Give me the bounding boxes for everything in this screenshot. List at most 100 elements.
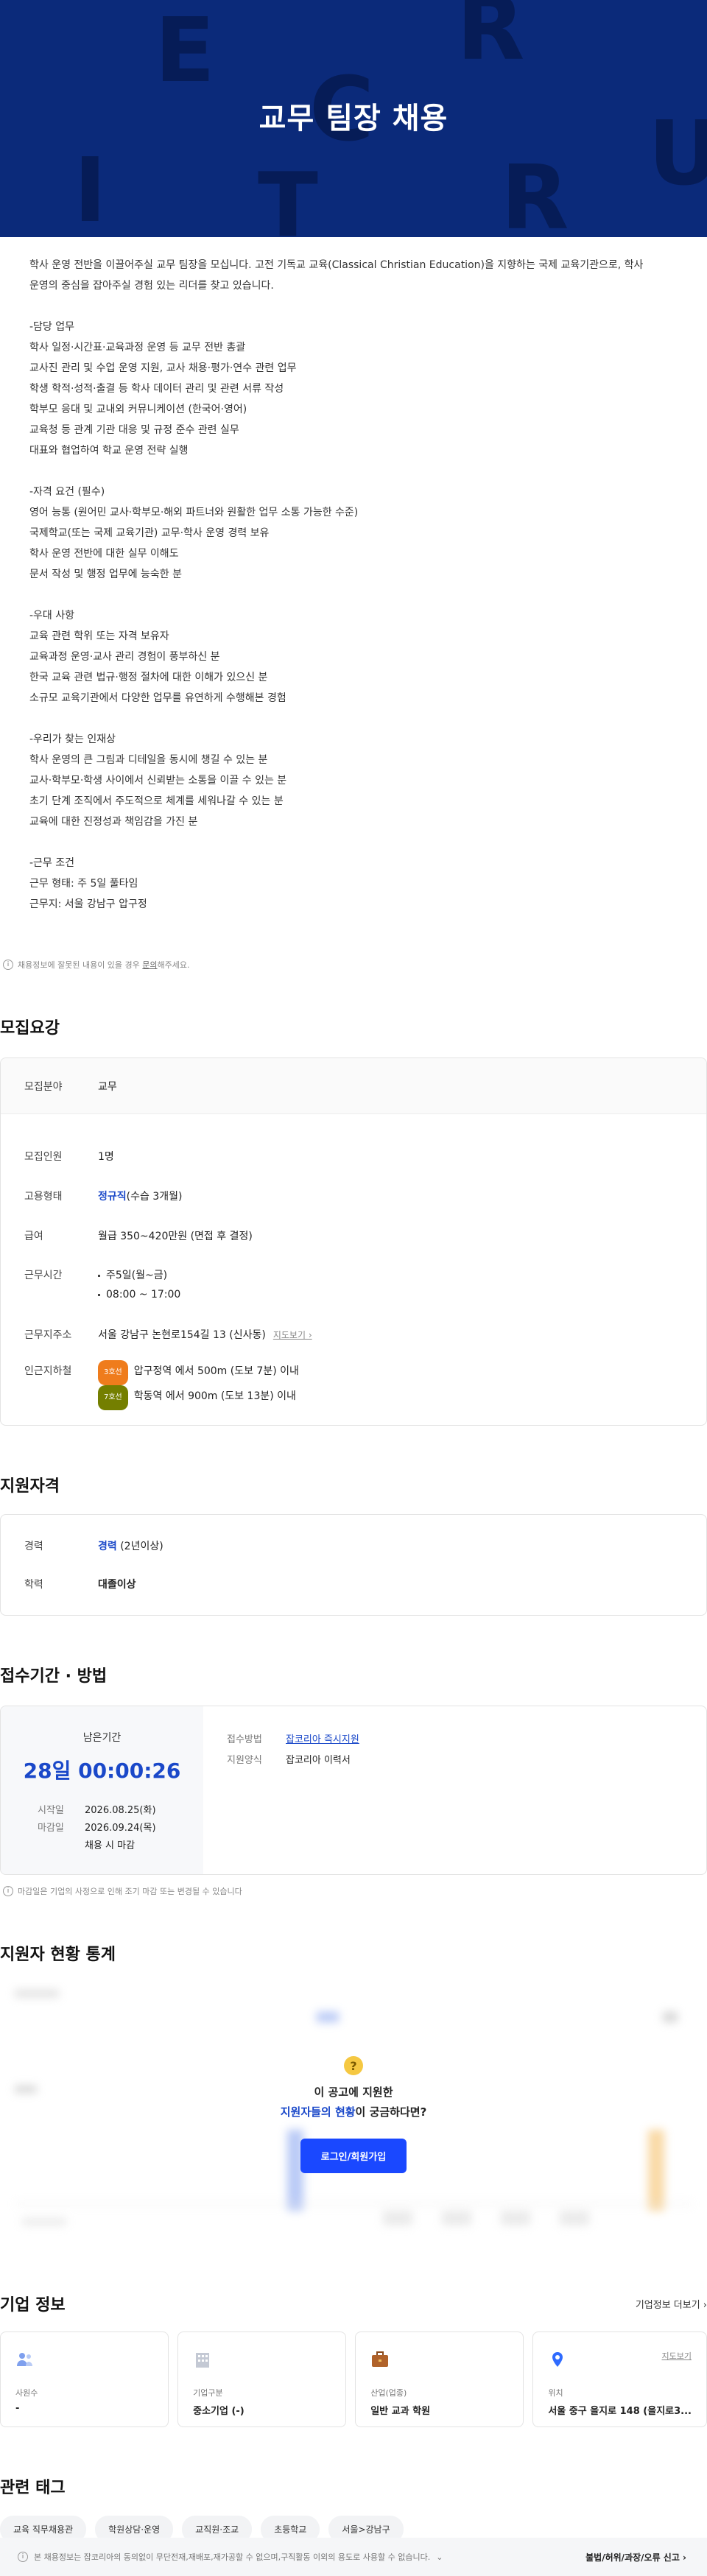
stats-title: 지원자 현황 통계 [0,1946,116,1964]
company-tile-industry: 산업(업종) 일반 교과 학원 [355,2332,524,2427]
description-line [29,832,678,853]
thinking-face-icon: ? [344,2056,363,2075]
building-icon [196,2353,210,2368]
info-icon: i [3,960,13,970]
end-note: 채용 시 마감 [85,1840,136,1851]
description-line: 대표와 협업하여 학교 운영 전략 실행 [29,445,189,457]
stats-box: ? 이 공고에 지원한 지원자들의 현황이 궁금하다면? 로그인/회원가입 [0,1982,707,2262]
tile-map-link[interactable]: 지도보기 [662,2350,692,2362]
qualifications-title: 지원자격 [0,1477,60,1496]
map-link[interactable]: 지도보기 › [273,1330,312,1340]
banner-letter: T [258,155,318,238]
hours-item: 주5일(월~금) [98,1266,180,1285]
field-row: 모집분야 교무 [1,1058,706,1114]
footer-bar: i 본 채용정보는 잡코리아의 동의없이 무단전재,재배포,재가공할 수 없으며… [0,2538,707,2576]
deadline-note: i 마감일은 기업의 사정으로 인해 조기 마감 또는 변경될 수 있습니다 [0,1885,707,1897]
description-line [29,461,678,482]
address-row: 근무지주소 서울 강남구 논현로154길 13 (신사동) 지도보기 › [24,1329,312,1341]
method-row: 접수방법 잡코리아 즉시지원 [227,1730,706,1750]
banner-letter: E [155,0,215,102]
career-row: 경력 경력 (2년이상) [24,1541,163,1552]
hours-row: 근무시간 주5일(월~금) 08:00 ~ 17:00 [1,1256,706,1315]
tags-section: 관련 태그 교육 직무채용관 학원상담·운영 교직원·조교 초등학교 서울>강남… [0,2474,707,2543]
login-prompt: ? 이 공고에 지원한 지원자들의 현황이 궁금하다면? 로그인/회원가입 [0,2056,707,2173]
login-button[interactable]: 로그인/회원가입 [300,2139,407,2173]
job-posting-page: E R U C I T R 교무 팀장 채용 학사 운영 전반을 이끌어주실 교… [0,0,707,2576]
subway-item: 7호선 학동역 에서 900m (도보 13분) 이내 [98,1385,299,1410]
period-card: 남은기간 28일 00:00:26 시작일 2026.08.25(화) 마감일 20… [0,1706,707,1875]
report-text: 채용정보에 잘못된 내용이 있을 경우 문의해주세요. [18,960,190,970]
address-value: 서울 강남구 논현로154길 13 (신사동) [98,1329,266,1341]
employment-row: 고용형태 정규직(수습 3개월) [24,1191,183,1203]
applicant-stats-section: 지원자 현황 통계 ? 이 공고에 지원한 지원자들의 현황이 궁금하다면? 로… [0,1941,707,2262]
field-value: 교무 [98,1080,117,1093]
people-icon [17,2353,32,2366]
company-section: 기업 정보 기업정보 더보기 › 사원수 - 기업구분 중소기업 (-) 산업(… [0,2292,707,2427]
info-icon: i [3,1886,13,1896]
report-link[interactable]: 문의 [142,960,157,970]
quick-apply-link[interactable]: 잡코리아 즉시지원 [286,1730,359,1750]
banner-letter: R [501,147,569,238]
description-line: 교육과정 운영·교사 관리 경험이 풍부하신 분 [29,651,220,663]
banner: E R U C I T R 교무 팀장 채용 [0,0,707,237]
education-row: 학력 대졸이상 [24,1579,136,1591]
job-description: 학사 운영 전반을 이끌어주실 교무 팀장을 모십니다. 고전 기독교 교육(C… [0,237,707,915]
chevron-down-icon[interactable]: ⌄ [436,2552,443,2562]
page-title: 교무 팀장 채용 [258,102,449,136]
description-line: 학사 운영의 큰 그림과 디테일을 동시에 챙길 수 있는 분 [29,754,268,766]
period-title: 접수기간 · 방법 [0,1667,108,1686]
report-link[interactable]: 불법/허위/과장/오류 신고 › [585,2551,686,2563]
description-line: 초기 단계 조직에서 주도적으로 체계를 세워나갈 수 있는 분 [29,795,284,807]
end-date: 2026.09.24(목) [85,1823,156,1834]
subway-item: 3호선 압구정역 에서 500m (도보 7분) 이내 [98,1360,299,1385]
qualifications-card: 경력 경력 (2년이상) 학력 대졸이상 [0,1514,707,1616]
start-date: 2026.08.25(화) [85,1805,156,1816]
description-line: -우리가 찾는 인재상 [29,733,116,745]
description-line [29,296,678,317]
description-line [29,585,678,605]
form-row: 지원양식 잡코리아 이력서 [227,1755,351,1766]
description-line: 학부모 응대 및 교내외 커뮤니케이션 (한국어·영어) [29,404,247,415]
description-line: 학사 일정·시간표·교육과정 운영 등 교무 전반 총괄 [29,342,246,353]
description-line: 교사·학부모·학생 사이에서 신뢰받는 소통을 이끌 수 있는 분 [29,775,287,786]
tags-title: 관련 태그 [0,2479,66,2497]
countdown-panel: 남은기간 28일 00:00:26 시작일 2026.08.25(화) 마감일 20… [1,1706,203,1874]
description-line: 영어 능통 (원어민 교사·학부모·해외 파트너와 원활한 업무 소통 가능한 … [29,507,359,518]
location-pin-icon [552,2352,563,2367]
requirements-card: 모집분야 교무 모집인원 1명 고용형태 정규직(수습 3개월) 급여 월급 3… [0,1058,707,1426]
info-icon: i [18,2552,28,2562]
company-tile-location: 지도보기 위치 서울 중구 을지로 148 (을지로3... [532,2332,707,2427]
report-notice: i 채용정보에 잘못된 내용이 있을 경우 문의해주세요. [0,959,707,971]
copyright-notice: 본 채용정보는 잡코리아의 동의없이 무단전재,재배포,재가공할 수 없으며,구… [34,2552,431,2562]
description-line: 교육청 등 관계 기관 대응 및 규정 준수 관련 실무 [29,424,239,436]
banner-letter: R [457,0,525,80]
description-line: -담당 업무 [29,321,75,333]
banner-letter: I [74,140,107,237]
description-line: 국제학교(또는 국제 교육기관) 교무·학사 운영 경력 보유 [29,527,270,539]
description-line: 학사 운영 전반을 이끌어주실 교무 팀장을 모십니다. 고전 기독교 교육(C… [29,259,644,271]
remain-value: 28일 00:00:26 [23,1759,181,1783]
description-line [29,708,678,729]
headcount-row: 모집인원 1명 [24,1151,114,1163]
company-more-link[interactable]: 기업정보 더보기 › [636,2297,707,2311]
apply-method-panel: 접수방법 잡코리아 즉시지원 지원양식 잡코리아 이력서 [203,1706,706,1874]
description-line: 문서 작성 및 행정 업무에 능숙한 분 [29,569,183,580]
description-line: -우대 사항 [29,610,75,622]
description-line: 학사 운영 전반에 대한 실무 이해도 [29,548,179,560]
description-line: 학생 학적·성적·출결 등 학사 데이터 관리 및 관련 서류 작성 [29,383,284,395]
subway-line-badge: 3호선 [98,1360,128,1385]
description-line: 교사진 관리 및 수업 운영 지원, 교사 채용·평가·연수 관련 업무 [29,362,297,374]
company-tile-type: 기업구분 중소기업 (-) [177,2332,347,2427]
remain-label: 남은기간 [82,1732,122,1744]
requirements-section: 모집요강 모집분야 교무 모집인원 1명 고용형태 정규직(수습 3개월) 급여… [0,1015,707,1426]
description-line: -자격 요건 (필수) [29,486,105,498]
company-title: 기업 정보 [0,2296,66,2315]
briefcase-icon [372,2351,389,2367]
description-line: 근무지: 서울 강남구 압구정 [29,898,147,910]
description-line: 소규모 교육기관에서 다양한 업무를 유연하게 수행해본 경험 [29,692,286,704]
period-section: 접수기간 · 방법 남은기간 28일 00:00:26 시작일 2026.08.2… [0,1663,707,1897]
description-line: -근무 조건 [29,857,75,869]
subway-line-badge: 7호선 [98,1385,128,1410]
description-line: 교육에 대한 진정성과 책임감을 가진 분 [29,816,198,828]
company-tile-employees: 사원수 - [0,2332,169,2427]
